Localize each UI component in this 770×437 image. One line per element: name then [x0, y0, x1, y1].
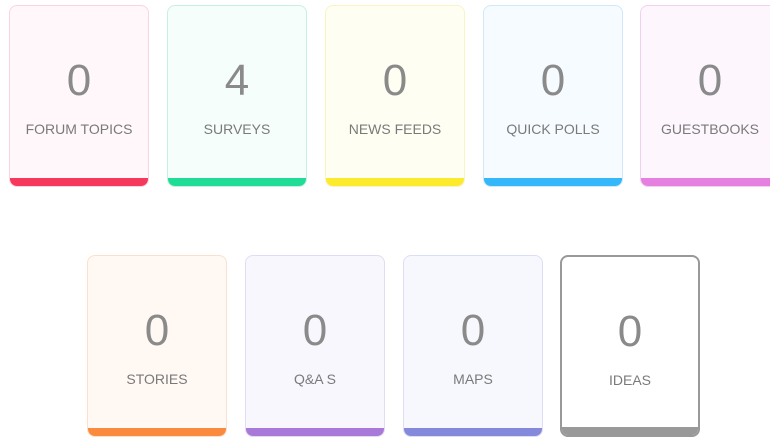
ideas-label: IDEAS — [608, 372, 651, 388]
tile-quick-polls[interactable]: 0 QUICK POLLS — [483, 5, 623, 187]
tile-surveys[interactable]: 4 SURVEYS — [167, 5, 307, 187]
news-feeds-accent-bar — [326, 178, 464, 186]
guestbooks-accent-bar — [641, 178, 770, 186]
maps-accent-bar — [404, 428, 542, 436]
news-feeds-count: 0 — [382, 56, 408, 105]
stories-accent-bar — [88, 428, 226, 436]
quick-polls-accent-bar — [484, 178, 622, 186]
surveys-label: SURVEYS — [203, 121, 271, 137]
ideas-accent-bar — [562, 427, 698, 435]
tile-forum-topics[interactable]: 0 FORUM TOPICS — [9, 5, 149, 187]
forum-topics-accent-bar — [10, 178, 148, 186]
news-feeds-label: NEWS FEEDS — [348, 121, 442, 137]
tile-guestbooks[interactable]: 0 GUESTBOOKS — [640, 5, 770, 187]
tile-maps[interactable]: 0 MAPS — [403, 255, 543, 437]
forum-topics-count: 0 — [66, 56, 92, 105]
forum-topics-label: FORUM TOPICS — [25, 121, 133, 137]
qas-accent-bar — [246, 428, 384, 436]
quick-polls-label: QUICK POLLS — [506, 121, 600, 137]
surveys-accent-bar — [168, 178, 306, 186]
guestbooks-count: 0 — [697, 56, 723, 105]
tool-summary-grid: 0 FORUM TOPICS 4 SURVEYS 0 NEWS FEEDS 0 … — [0, 0, 770, 437]
stories-label: STORIES — [126, 371, 188, 387]
tile-qas[interactable]: 0 Q&A S — [245, 255, 385, 437]
qas-label: Q&A S — [293, 371, 337, 387]
tile-stories[interactable]: 0 STORIES — [87, 255, 227, 437]
maps-label: MAPS — [453, 371, 493, 387]
tile-news-feeds[interactable]: 0 NEWS FEEDS — [325, 5, 465, 187]
surveys-count: 4 — [224, 56, 250, 105]
tile-ideas[interactable]: 0 IDEAS — [560, 255, 700, 437]
ideas-count: 0 — [617, 307, 643, 356]
guestbooks-label: GUESTBOOKS — [660, 121, 760, 137]
qas-count: 0 — [302, 306, 328, 355]
maps-count: 0 — [460, 306, 486, 355]
quick-polls-count: 0 — [540, 56, 566, 105]
stories-count: 0 — [144, 306, 170, 355]
